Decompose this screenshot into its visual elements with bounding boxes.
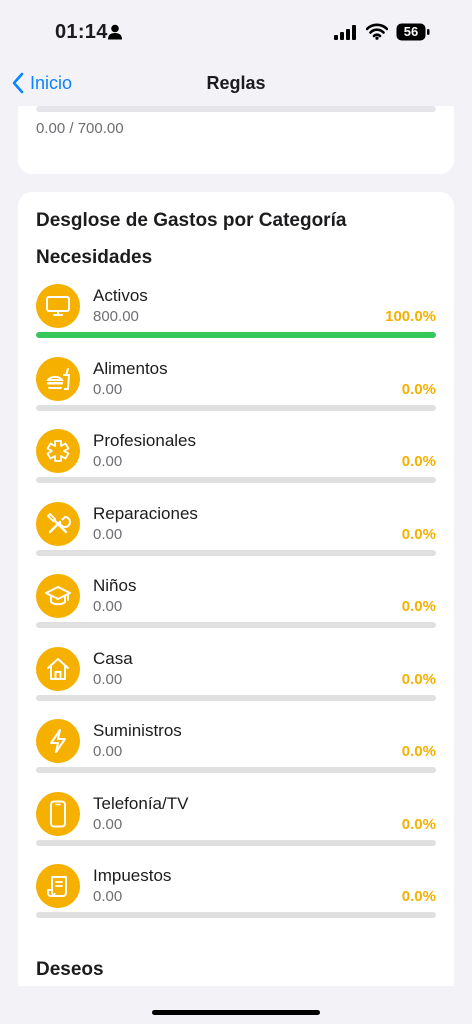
category-amount: 0.00	[93, 815, 123, 833]
category-percent: 0.0%	[401, 815, 436, 833]
category-progress-fill	[36, 332, 436, 338]
medical-icon	[36, 429, 80, 473]
category-percent: 0.0%	[401, 888, 436, 905]
category-item-activos[interactable]: Activos 800.00 100.0%	[36, 282, 436, 355]
category-name: Activos	[93, 286, 148, 305]
home-indicator	[152, 1010, 320, 1015]
category-progress-track	[36, 622, 436, 628]
tools-icon	[36, 501, 80, 546]
person-icon	[108, 24, 122, 40]
category-progress-track	[36, 767, 436, 773]
category-percent: 0.0%	[401, 525, 436, 543]
category-item-suministros[interactable]: Suministros 0.00 0.0%	[36, 717, 436, 790]
category-name: Alimentos	[93, 358, 168, 378]
phone-icon	[36, 791, 80, 836]
category-percent: 0.0%	[401, 743, 436, 760]
category-progress-track	[36, 912, 436, 918]
category-amount: 0.00	[93, 743, 123, 760]
wifi-icon	[366, 23, 388, 40]
nav-bar: Inicio Reglas	[0, 62, 472, 106]
battery-level: 56	[403, 24, 419, 39]
category-amount: 0.00	[93, 670, 123, 688]
graduation-cap-icon	[36, 574, 80, 618]
category-progress-track	[36, 332, 436, 338]
signal-icon	[334, 25, 356, 40]
section-title-wants: Deseos	[36, 959, 104, 980]
category-name: Casa	[93, 648, 133, 668]
section-title-needs: Necesidades	[36, 247, 153, 268]
category-breakdown-card: Desglose de Gastos por Categoría Necesid…	[18, 192, 454, 986]
category-amount: 0.00	[93, 525, 123, 543]
budget-progress-track	[36, 106, 436, 112]
category-name: Telefonía/TV	[93, 793, 189, 813]
category-amount: 0.00	[93, 888, 123, 905]
category-progress-track	[36, 694, 436, 701]
category-amount: 800.00	[93, 308, 139, 325]
category-progress-track	[36, 477, 436, 483]
category-name: Impuestos	[93, 866, 172, 885]
food-icon	[36, 356, 80, 401]
category-item-reparaciones[interactable]: Reparaciones 0.00 0.0%	[36, 500, 436, 573]
budget-summary-card: 0.00 / 700.00	[18, 106, 454, 174]
house-icon	[36, 646, 80, 691]
status-time: 01:14	[55, 21, 108, 43]
category-item-alimentos[interactable]: Alimentos 0.00 0.0%	[36, 355, 436, 428]
category-item-casa[interactable]: Casa 0.00 0.0%	[36, 645, 436, 718]
scroll-content[interactable]: 0.00 / 700.00 Desglose de Gastos por Cat…	[0, 106, 472, 986]
category-amount: 0.00	[93, 453, 123, 470]
category-progress-track	[36, 839, 436, 846]
category-item-ninos[interactable]: Niños 0.00 0.0%	[36, 572, 436, 645]
category-percent: 0.0%	[401, 380, 436, 398]
bolt-icon	[36, 719, 80, 763]
category-item-profesionales[interactable]: Profesionales 0.00 0.0%	[36, 427, 436, 500]
category-list: Activos 800.00 100.0% Alimentos 0.00 0.0…	[36, 282, 436, 935]
category-name: Suministros	[93, 721, 182, 740]
category-progress-track	[36, 404, 436, 411]
breakdown-title: Desglose de Gastos por Categoría	[36, 210, 347, 231]
budget-amount: 0.00 / 700.00	[36, 120, 124, 137]
category-name: Reparaciones	[93, 503, 198, 523]
category-percent: 0.0%	[401, 670, 436, 688]
receipt-icon	[36, 864, 80, 908]
category-percent: 100.0%	[385, 308, 436, 325]
page-title: Reglas	[206, 73, 266, 93]
category-amount: 0.00	[93, 380, 123, 398]
category-item-impuestos[interactable]: Impuestos 0.00 0.0%	[36, 862, 436, 935]
status-bar: 01:14 56	[0, 0, 472, 62]
category-progress-track	[36, 549, 436, 556]
category-name: Niños	[93, 576, 137, 595]
category-name: Profesionales	[93, 431, 197, 450]
category-amount: 0.00	[93, 598, 123, 615]
category-item-telefonia-tv[interactable]: Telefonía/TV 0.00 0.0%	[36, 790, 436, 863]
monitor-icon	[36, 284, 80, 328]
category-percent: 0.0%	[401, 598, 436, 615]
category-percent: 0.0%	[401, 453, 436, 470]
